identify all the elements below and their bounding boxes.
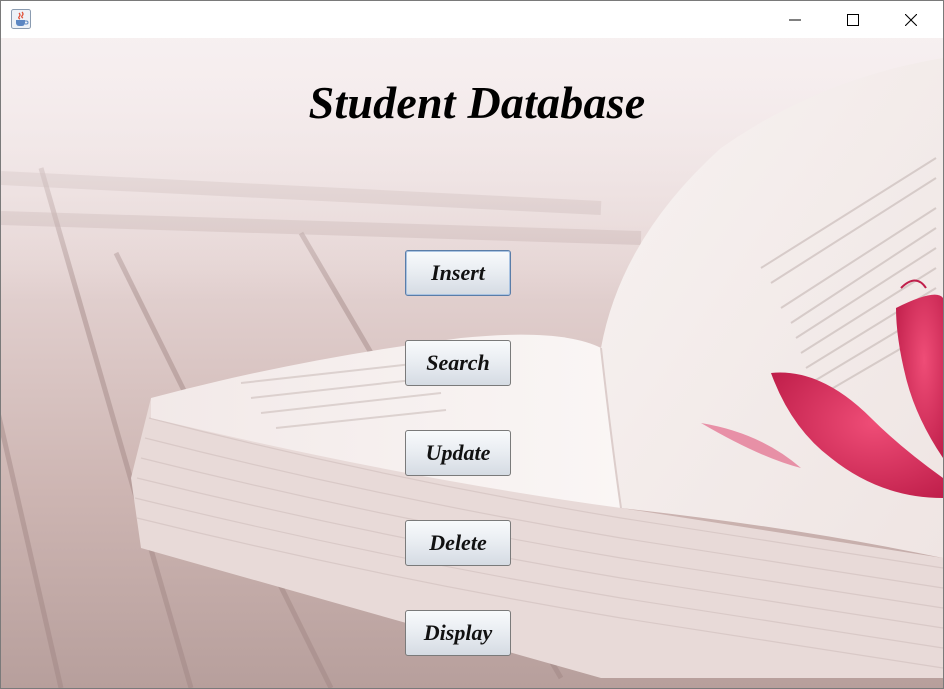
- main-panel: Student Database Insert Search Update De…: [1, 38, 943, 688]
- close-icon: [905, 13, 917, 26]
- update-button[interactable]: Update: [405, 430, 511, 476]
- minimize-icon: [789, 19, 801, 20]
- maximize-button[interactable]: [824, 1, 882, 38]
- display-button[interactable]: Display: [405, 610, 511, 656]
- insert-button[interactable]: Insert: [405, 250, 511, 296]
- maximize-icon: [847, 13, 859, 26]
- title-bar[interactable]: [1, 1, 943, 38]
- search-button[interactable]: Search: [405, 340, 511, 386]
- java-cup-icon[interactable]: [11, 9, 31, 29]
- minimize-button[interactable]: [766, 1, 824, 38]
- app-window: Student Database Insert Search Update De…: [0, 0, 944, 689]
- close-button[interactable]: [882, 1, 940, 38]
- delete-button[interactable]: Delete: [405, 520, 511, 566]
- page-title: Student Database: [308, 77, 646, 128]
